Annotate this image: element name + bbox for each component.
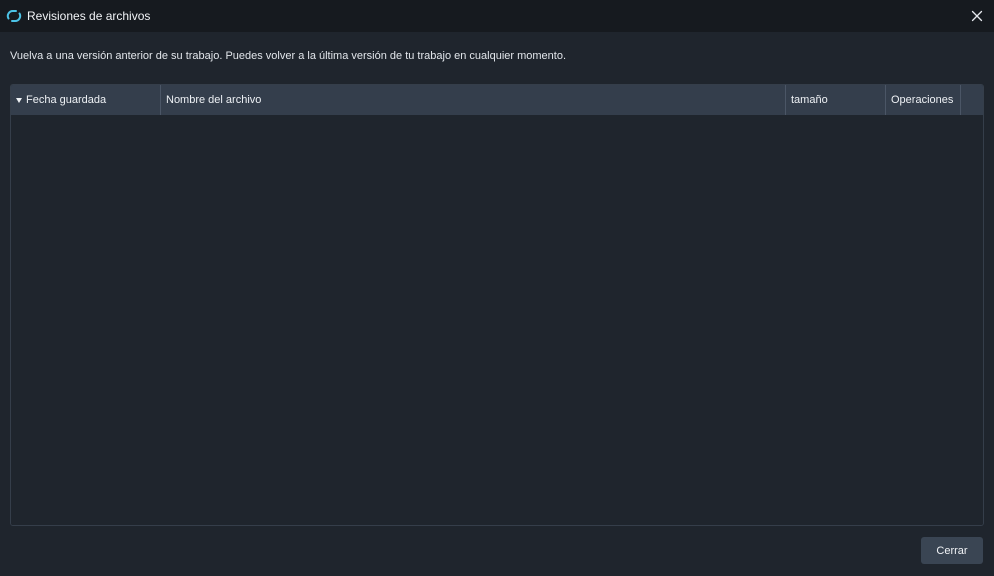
close-button[interactable]: Cerrar [921, 537, 983, 564]
column-label: Operaciones [891, 94, 954, 106]
title-bar: Revisiones de archivos [0, 0, 994, 32]
column-label: Fecha guardada [26, 94, 107, 106]
revisions-table: Fecha guardada Nombre del archivo tamaño… [10, 84, 984, 526]
sort-descending-icon [16, 98, 22, 103]
table-header: Fecha guardada Nombre del archivo tamaño… [11, 85, 983, 115]
column-header-tamano[interactable]: tamaño [786, 85, 886, 115]
column-label: tamaño [791, 94, 828, 106]
column-header-nombre-del-archivo[interactable]: Nombre del archivo [161, 85, 786, 115]
close-icon[interactable] [968, 7, 986, 25]
column-header-filler [961, 85, 983, 115]
column-header-operaciones[interactable]: Operaciones [886, 85, 961, 115]
column-header-fecha-guardada[interactable]: Fecha guardada [11, 85, 161, 115]
window-title: Revisiones de archivos [27, 9, 151, 23]
table-body-empty [11, 115, 983, 525]
sync-logo-icon [6, 10, 22, 22]
description-text: Vuelva a una versión anterior de su trab… [10, 50, 567, 62]
column-label: Nombre del archivo [166, 94, 262, 106]
